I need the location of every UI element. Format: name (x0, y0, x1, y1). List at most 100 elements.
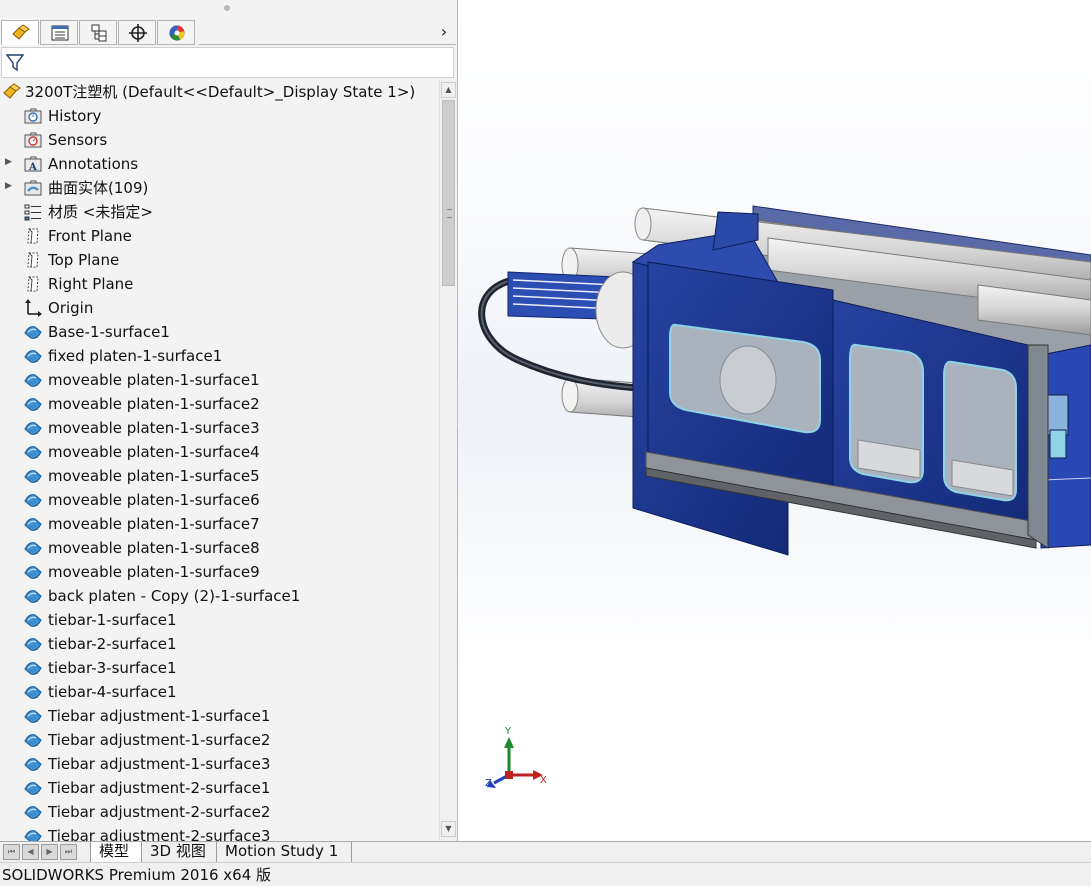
tree-item[interactable]: ▶ 曲面实体(109) (0, 176, 439, 200)
triad-z-label: Z (485, 778, 492, 789)
tree-item[interactable]: Tiebar adjustment-1-surface1 (0, 704, 439, 728)
tree-item[interactable]: 材质 <未指定> (0, 200, 439, 224)
tree-item[interactable]: Base-1-surface1 (0, 320, 439, 344)
tree-item-label: Tiebar adjustment-1-surface2 (48, 731, 271, 749)
tree-item[interactable]: moveable platen-1-surface5 (0, 464, 439, 488)
tabs-overflow-chevron-icon[interactable]: › (437, 21, 451, 43)
tree-item[interactable]: tiebar-2-surface1 (0, 632, 439, 656)
tree-item-label: moveable platen-1-surface3 (48, 419, 260, 437)
imported-surface-icon (24, 590, 42, 603)
tree-item-label: moveable platen-1-surface4 (48, 443, 260, 461)
triad-x-label: X (540, 775, 547, 786)
tree-item[interactable]: moveable platen-1-surface1 (0, 368, 439, 392)
scroll-up-arrow-icon[interactable]: ▲ (441, 82, 456, 98)
tree-item[interactable]: moveable platen-1-surface2 (0, 392, 439, 416)
scrollbar-thumb[interactable] (442, 100, 455, 286)
tree-item[interactable]: moveable platen-1-surface4 (0, 440, 439, 464)
tab-feature-manager[interactable] (1, 20, 39, 45)
tab-motion-study-1[interactable]: Motion Study 1 (217, 842, 352, 862)
tree-item-label: Right Plane (48, 275, 134, 293)
imported-surface-icon (24, 638, 42, 651)
history-folder-icon (24, 108, 42, 124)
tree-item-label: History (48, 107, 102, 125)
tree-item[interactable]: moveable platen-1-surface8 (0, 536, 439, 560)
tab-3d-view[interactable]: 3D 视图 (142, 842, 217, 862)
tree-item-label: tiebar-4-surface1 (48, 683, 177, 701)
tab-model[interactable]: 模型 (90, 842, 142, 862)
panel-tab-strip: › (0, 20, 457, 46)
tree-item[interactable]: tiebar-4-surface1 (0, 680, 439, 704)
tab-display-manager[interactable] (157, 20, 195, 45)
imported-surface-icon (24, 398, 42, 411)
tree-root-part[interactable]: 3200T注塑机 (Default<<Default>_Display Stat… (0, 80, 439, 104)
tab-dimxpert-manager[interactable] (118, 20, 156, 45)
tab-configuration-manager[interactable] (79, 20, 117, 45)
tree-item-label: 材质 <未指定> (48, 203, 153, 221)
tree-item-label: moveable platen-1-surface9 (48, 563, 260, 581)
tree-item[interactable]: Tiebar adjustment-1-surface2 (0, 728, 439, 752)
tree-item[interactable]: Top Plane (0, 248, 439, 272)
tree-item[interactable]: History (0, 104, 439, 128)
nav-next-icon[interactable]: ▶ (41, 844, 58, 860)
tree-item[interactable]: Origin (0, 296, 439, 320)
imported-surface-icon (24, 734, 42, 747)
imported-surface-icon (24, 326, 42, 339)
tree-item[interactable]: moveable platen-1-surface6 (0, 488, 439, 512)
tree-item[interactable]: tiebar-3-surface1 (0, 656, 439, 680)
nav-prev-icon[interactable]: ◀ (22, 844, 39, 860)
machine-model[interactable]: Y X Z (458, 0, 1091, 841)
feature-manager-icon (12, 24, 30, 40)
tree-item-label: Top Plane (48, 251, 120, 269)
tree-item[interactable]: moveable platen-1-surface7 (0, 512, 439, 536)
tree-item[interactable]: back platen - Copy (2)-1-surface1 (0, 584, 439, 608)
tree-item[interactable]: Tiebar adjustment-1-surface3 (0, 752, 439, 776)
imported-surface-icon (24, 806, 42, 819)
tree-item-label: fixed platen-1-surface1 (48, 347, 223, 365)
nav-first-icon[interactable]: ⏮ (3, 844, 20, 860)
tree-item[interactable]: Sensors (0, 128, 439, 152)
filter-icon[interactable] (6, 54, 24, 72)
property-manager-icon (51, 25, 69, 41)
scrollbar-grip-icon (447, 209, 452, 218)
status-text: SOLIDWORKS Premium 2016 x64 版 (2, 866, 272, 884)
tree-filter-bar[interactable] (1, 47, 454, 78)
tree-item-label: moveable platen-1-surface8 (48, 539, 260, 557)
tree-item-label: moveable platen-1-surface2 (48, 395, 260, 413)
tree-item-label: Base-1-surface1 (48, 323, 170, 341)
tree-item[interactable]: Tiebar adjustment-2-surface2 (0, 800, 439, 824)
tree-scrollbar[interactable]: ▲ ▼ (439, 80, 457, 841)
imported-surface-icon (24, 446, 42, 459)
tree-item[interactable]: fixed platen-1-surface1 (0, 344, 439, 368)
imported-surface-icon (24, 470, 42, 483)
imported-surface-icon (24, 566, 42, 579)
tree-item[interactable]: moveable platen-1-surface3 (0, 416, 439, 440)
graphics-area[interactable]: Y X Z (458, 0, 1091, 841)
imported-surface-icon (24, 662, 42, 675)
tree-item[interactable]: tiebar-1-surface1 (0, 608, 439, 632)
scroll-down-arrow-icon[interactable]: ▼ (441, 821, 456, 837)
origin-icon (25, 299, 42, 317)
tree-item[interactable]: Tiebar adjustment-2-surface1 (0, 776, 439, 800)
imported-surface-icon (24, 782, 42, 795)
imported-surface-icon (24, 494, 42, 507)
tree-item-label: back platen - Copy (2)-1-surface1 (48, 587, 301, 605)
tree-item-label: Tiebar adjustment-1-surface1 (48, 707, 271, 725)
plane-icon (27, 252, 39, 268)
tree-item[interactable]: Front Plane (0, 224, 439, 248)
expand-arrow-icon[interactable]: ▶ (5, 157, 12, 167)
tree-item[interactable]: Tiebar adjustment-2-surface3 (0, 824, 439, 841)
tree-item[interactable]: ▶ A Annotations (0, 152, 439, 176)
orientation-triad: Y X Z (485, 726, 547, 789)
tree-item[interactable]: moveable platen-1-surface9 (0, 560, 439, 584)
tree-item-label: moveable platen-1-surface6 (48, 491, 260, 509)
tree-item-label: moveable platen-1-surface7 (48, 515, 260, 533)
status-bar: SOLIDWORKS Premium 2016 x64 版 (0, 862, 1091, 886)
expand-arrow-icon[interactable]: ▶ (5, 181, 12, 191)
panel-grip-dot[interactable] (224, 5, 230, 11)
tab-property-manager[interactable] (40, 20, 78, 45)
nav-last-icon[interactable]: ⏭ (60, 844, 77, 860)
feature-manager-panel: › 3200T注塑机 (Default<<Default>_Display St… (0, 0, 458, 841)
imported-surface-icon (24, 422, 42, 435)
tree-item[interactable]: Right Plane (0, 272, 439, 296)
tree-item-label: Sensors (48, 131, 108, 149)
